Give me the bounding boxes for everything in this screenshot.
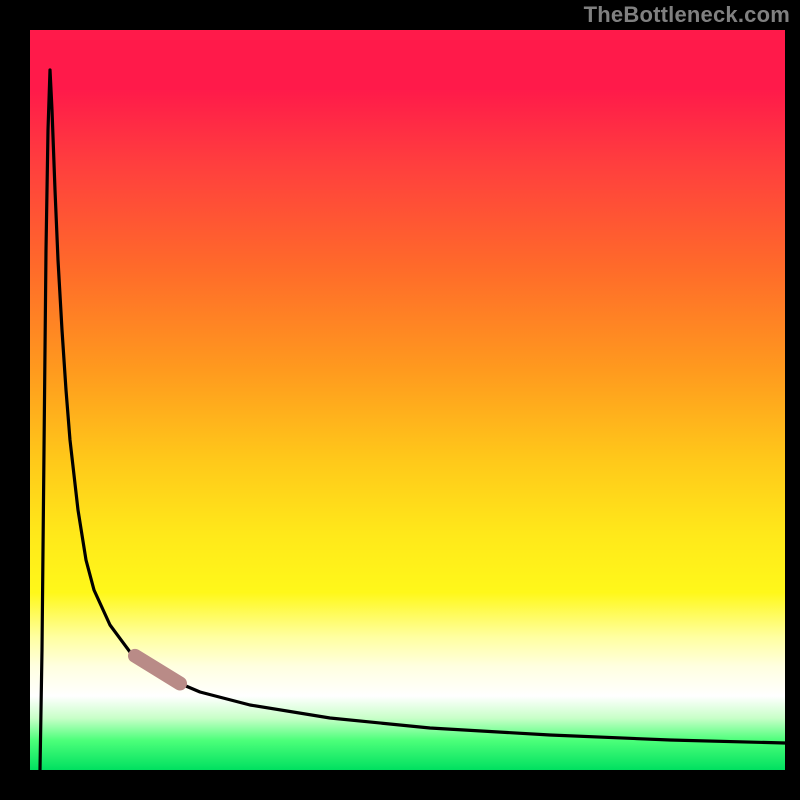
curve-highlight-segment	[135, 656, 180, 684]
plot-area	[30, 30, 785, 770]
curve-svg	[30, 30, 785, 770]
attribution-text: TheBottleneck.com	[584, 2, 790, 28]
chart-frame: TheBottleneck.com	[0, 0, 800, 800]
